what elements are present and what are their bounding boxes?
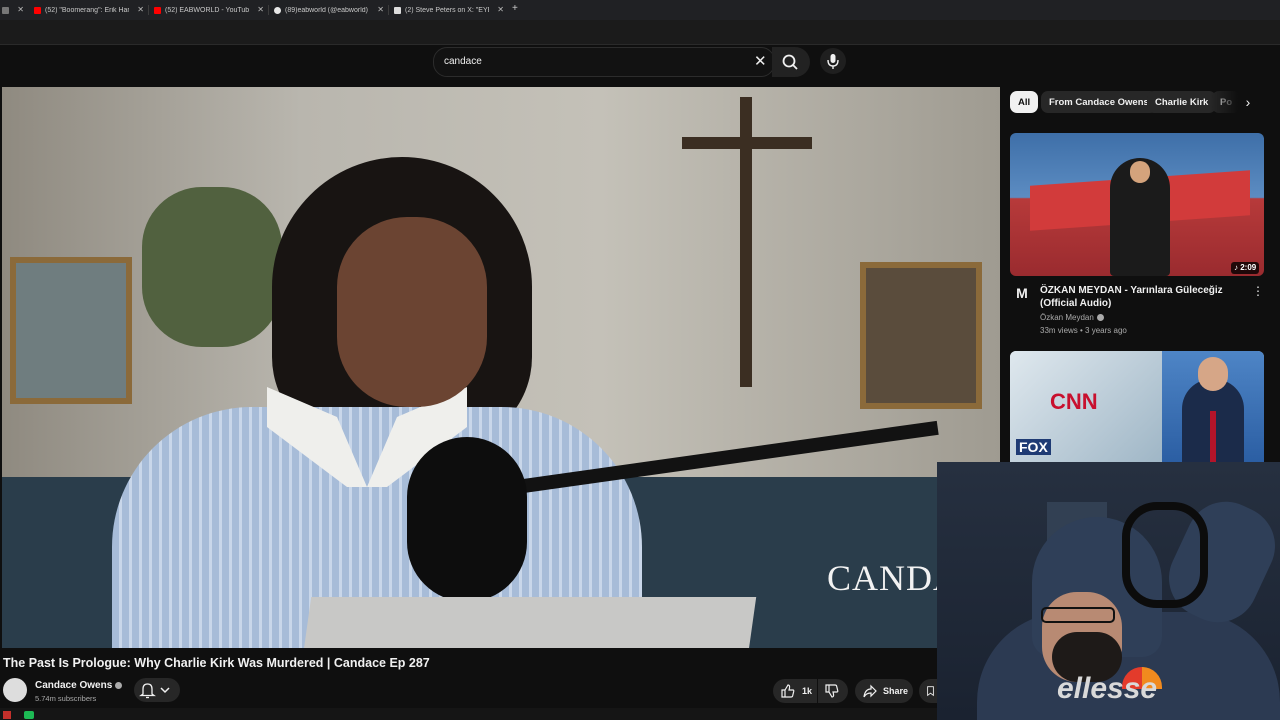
video-player[interactable]: CANDACE — [2, 87, 1000, 648]
thumbnail-fox-logo: FOX — [1016, 439, 1051, 455]
webcam-glasses — [1041, 607, 1115, 623]
recommended-thumbnail[interactable]: CNN FOX — [1010, 351, 1264, 463]
x-favicon-icon — [394, 7, 401, 14]
verified-icon — [115, 681, 123, 689]
new-tab-button[interactable]: + — [512, 3, 518, 14]
app-icon[interactable] — [3, 711, 11, 719]
search-icon — [782, 54, 798, 70]
picture-frame — [860, 262, 982, 409]
channel-name-label: Candace Owens — [35, 680, 113, 691]
close-icon[interactable]: ✕ — [257, 5, 264, 14]
headphones-icon — [1122, 502, 1208, 608]
tab-label: (2) Steve Peters on X: "EYES OF — [405, 7, 489, 14]
share-button[interactable]: Share — [855, 679, 913, 703]
channel-logo-icon[interactable]: M — [1012, 285, 1032, 305]
recommended-meta: 33m views • 3 years ago — [1040, 326, 1127, 335]
tab-label: (52) "Boomerang": Erik Hartman — [45, 7, 129, 14]
crucifix-bar — [682, 137, 812, 149]
tab-3[interactable]: (89)eabworld (@eabworld) | Tik ✕ — [274, 3, 384, 18]
pinned-tab-icon — [2, 7, 9, 14]
tab-separator — [148, 5, 149, 15]
tab-pinned[interactable]: ✕ — [2, 3, 26, 18]
recommended-title[interactable]: ÖZKAN MEYDAN - Yarınlara Güleceğiz (Offi… — [1040, 284, 1250, 310]
chip-label: Charlie Kirk — [1155, 96, 1209, 108]
bookmark-icon — [927, 686, 934, 697]
plant — [142, 187, 282, 347]
webcam-overlay: ellesse — [937, 462, 1280, 720]
thumbs-up-icon — [781, 684, 795, 698]
laptop — [302, 597, 757, 648]
notification-bell-button[interactable] — [134, 678, 180, 702]
tab-separator — [268, 5, 269, 15]
search-box[interactable]: candace ✕ — [433, 47, 775, 77]
taskbar-strip — [0, 708, 937, 720]
close-icon[interactable]: ✕ — [377, 5, 384, 14]
host-face — [337, 217, 487, 407]
chevron-right-icon[interactable]: › — [1238, 92, 1258, 112]
duration-badge: ♪ 2:09 — [1231, 262, 1260, 274]
browser-tab-strip: ✕ (52) "Boomerang": Erik Hartman ✕ (52) … — [0, 0, 1280, 20]
shirt-logo-text: ellesse — [1057, 672, 1158, 705]
recommended-channel[interactable]: Özkan Meydan — [1040, 313, 1104, 322]
microphone-icon — [827, 54, 839, 69]
bell-icon — [139, 683, 170, 699]
share-icon — [863, 684, 877, 698]
youtube-favicon-icon — [154, 7, 161, 14]
search-button[interactable] — [772, 47, 810, 77]
chip-label: From Candace Owens — [1049, 96, 1149, 108]
close-icon[interactable]: ✕ — [137, 5, 144, 14]
tab-label: (89)eabworld (@eabworld) | Tik — [285, 7, 369, 14]
thumbnail-face — [1130, 161, 1150, 183]
tab-2[interactable]: (52) EABWORLD - YouTube ✕ — [154, 3, 264, 18]
dislike-button[interactable] — [818, 679, 848, 703]
youtube-favicon-icon — [34, 7, 41, 14]
voice-search-button[interactable] — [820, 48, 846, 74]
tab-label: (52) EABWORLD - YouTube — [165, 7, 249, 14]
tiktok-favicon-icon — [274, 7, 281, 14]
subscriber-count: 5.74m subscribers — [35, 694, 97, 703]
like-count: 1k — [802, 686, 813, 696]
recommended-channel-label: Özkan Meydan — [1040, 313, 1094, 322]
tab-separator — [388, 5, 389, 15]
app-icon[interactable] — [24, 711, 34, 719]
tab-4[interactable]: (2) Steve Peters on X: "EYES OF ✕ — [394, 3, 504, 18]
chip-from-candace-owens[interactable]: From Candace Owens — [1041, 91, 1157, 113]
podcast-microphone — [407, 437, 527, 602]
tab-1[interactable]: (52) "Boomerang": Erik Hartman ✕ — [34, 3, 144, 18]
recommended-thumbnail[interactable] — [1010, 133, 1264, 276]
verified-icon — [1096, 314, 1104, 322]
search-input[interactable]: candace — [444, 56, 482, 67]
close-icon[interactable]: ✕ — [17, 5, 24, 14]
channel-avatar[interactable] — [3, 678, 27, 702]
thumbnail-tie — [1210, 411, 1216, 463]
chip-all[interactable]: All — [1010, 91, 1039, 113]
like-button[interactable]: 1k — [773, 679, 817, 703]
picture-frame — [10, 257, 132, 404]
chip-label: All — [1018, 96, 1031, 108]
thumbnail-cnn-logo: CNN — [1050, 389, 1098, 414]
save-button[interactable] — [919, 679, 937, 703]
video-title: The Past Is Prologue: Why Charlie Kirk W… — [3, 656, 430, 670]
close-icon[interactable]: ✕ — [497, 5, 504, 14]
more-options-icon[interactable]: ⋮ — [1252, 284, 1264, 298]
channel-name[interactable]: Candace Owens — [35, 680, 123, 691]
address-bar-area — [0, 20, 1280, 45]
chip-charlie-kirk[interactable]: Charlie Kirk — [1147, 91, 1217, 113]
thumbs-down-icon — [825, 684, 839, 698]
thumbnail-face — [1198, 357, 1228, 391]
share-label: Share — [883, 686, 909, 696]
clear-search-icon[interactable]: ✕ — [754, 52, 767, 70]
